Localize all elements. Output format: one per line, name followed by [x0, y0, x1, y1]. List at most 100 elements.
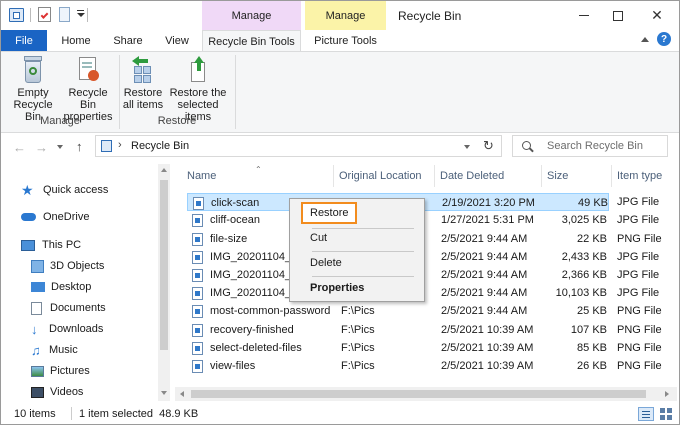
file-type: JPG File	[617, 196, 660, 208]
file-name: select-deleted-files	[210, 342, 302, 354]
star-icon: ★	[21, 181, 34, 198]
up-button[interactable]: ↑	[76, 139, 83, 154]
address-dropdown-icon[interactable]	[464, 145, 470, 149]
scroll-left-icon[interactable]	[180, 391, 184, 397]
details-view-icon[interactable]	[638, 407, 654, 421]
restore-all-icon	[130, 56, 156, 84]
restore-selected-items-button[interactable]: Restore the selected items	[165, 56, 231, 123]
file-size: 2,366 KB	[561, 269, 607, 281]
file-location: F:\Pics	[341, 342, 375, 354]
scroll-up-icon[interactable]	[161, 168, 167, 172]
sidebar-item-this-pc[interactable]: This PC	[21, 236, 81, 254]
file-type: JPG File	[617, 251, 660, 263]
column-header-item-type[interactable]: Item type	[611, 165, 677, 187]
download-arrow-icon: ↓	[31, 321, 38, 337]
manage-context-label: Manage	[325, 9, 366, 22]
tab-file[interactable]: File	[1, 30, 47, 51]
properties-icon	[76, 56, 100, 84]
context-menu-restore-label: Restore	[310, 207, 349, 219]
file-type: PNG File	[617, 324, 662, 336]
sidebar-item-downloads[interactable]: ↓ Downloads	[31, 320, 103, 338]
context-menu-delete[interactable]: Delete	[310, 254, 342, 272]
file-icon	[192, 213, 203, 227]
sidebar-item-videos[interactable]: Videos	[31, 383, 83, 401]
file-type: PNG File	[617, 305, 662, 317]
maximize-icon	[613, 10, 623, 21]
back-button[interactable]: ←	[13, 140, 26, 155]
tab-home[interactable]: Home	[53, 30, 99, 51]
scroll-right-icon[interactable]	[665, 391, 669, 397]
file-name: IMG_20201104_(	[210, 251, 295, 263]
recycle-bin-properties-button[interactable]: Recycle Bin properties	[61, 56, 115, 123]
column-header-name[interactable]: Name	[181, 165, 333, 187]
scroll-down-icon[interactable]	[161, 391, 167, 395]
context-menu-separator	[312, 276, 414, 277]
scroll-thumb[interactable]	[160, 180, 168, 350]
picture-icon	[31, 365, 44, 377]
file-date: 2/5/2021 9:44 AM	[441, 305, 528, 317]
context-menu-properties-label: Properties	[310, 282, 365, 294]
customize-qa-icon[interactable]	[77, 10, 85, 17]
empty-recycle-bin-button[interactable]: Empty Recycle Bin	[5, 56, 61, 123]
recycle-bin-tools-context-header: Manage	[202, 1, 301, 30]
minimize-button[interactable]	[567, 1, 601, 30]
file-date: 2/5/2021 9:44 AM	[441, 251, 528, 263]
sidebar-item-3d-objects[interactable]: 3D Objects	[31, 257, 104, 275]
empty-label-1: Empty	[17, 87, 49, 99]
sidebar-item-documents[interactable]: Documents	[31, 299, 106, 317]
file-location: F:\Pics	[341, 360, 375, 372]
table-row[interactable]: most-common-password F:\Pics 2/5/2021 9:…	[187, 302, 607, 320]
maximize-button[interactable]	[601, 1, 635, 30]
file-date: 2/19/2021 3:20 PM	[442, 197, 535, 209]
restore-sel-label-1: Restore the	[169, 87, 227, 99]
search-box[interactable]: Search Recycle Bin	[512, 135, 668, 157]
tab-picture-tools[interactable]: Picture Tools	[305, 30, 386, 51]
forward-button[interactable]: →	[35, 140, 48, 155]
sidebar-item-quick-access[interactable]: ★ Quick access	[21, 181, 108, 199]
refresh-icon[interactable]: ↻	[483, 138, 494, 154]
tab-share[interactable]: Share	[105, 30, 151, 51]
file-list-hscrollbar[interactable]	[175, 387, 677, 401]
sidebar-item-pictures[interactable]: Pictures	[31, 362, 90, 380]
address-bar[interactable]: › Recycle Bin ↻	[95, 135, 502, 157]
recent-locations-icon[interactable]	[57, 145, 63, 149]
file-icon	[192, 323, 203, 337]
tab-recycle-bin-tools[interactable]: Recycle Bin Tools	[202, 30, 301, 52]
file-name: IMG_20201104_(	[210, 287, 295, 299]
file-type: PNG File	[617, 233, 662, 245]
table-row[interactable]: recovery-finished F:\Pics 2/5/2021 10:39…	[187, 321, 607, 339]
file-name-cell: most-common-password	[192, 302, 342, 320]
column-header-original-location[interactable]: Original Location	[333, 165, 433, 187]
cloud-icon	[21, 213, 36, 221]
help-icon[interactable]: ?	[657, 32, 671, 46]
sidebar-item-desktop[interactable]: Desktop	[31, 278, 91, 296]
context-menu-cut[interactable]: Cut	[310, 229, 327, 247]
breadcrumb-recycle-bin[interactable]: Recycle Bin	[131, 140, 189, 152]
restore-all-items-button[interactable]: Restore all items	[121, 56, 165, 111]
tab-view[interactable]: View	[154, 30, 200, 51]
item-count: 10 items	[14, 408, 56, 420]
context-menu-properties[interactable]: Properties	[310, 279, 364, 297]
app-icon[interactable]	[9, 8, 24, 22]
file-date: 2/5/2021 10:39 AM	[441, 342, 534, 354]
column-header-date-deleted[interactable]: Date Deleted	[434, 165, 541, 187]
context-menu-restore[interactable]: Restore	[310, 204, 349, 222]
file-type: JPG File	[617, 287, 660, 299]
nav-pane-scrollbar[interactable]	[158, 164, 170, 401]
sidebar-item-music[interactable]: ♫ Music	[31, 341, 78, 359]
scroll-thumb[interactable]	[191, 390, 646, 398]
close-button[interactable]: ✕	[635, 1, 679, 30]
collapse-ribbon-icon[interactable]	[641, 37, 649, 42]
file-type: JPG File	[617, 269, 660, 281]
column-header-size[interactable]: Size	[541, 165, 611, 187]
file-icon	[192, 286, 203, 300]
tab-picture-tools-label: Picture Tools	[314, 34, 377, 47]
large-icons-view-icon[interactable]	[659, 407, 673, 421]
new-folder-qa-icon[interactable]	[59, 7, 70, 22]
table-row[interactable]: select-deleted-files F:\Pics 2/5/2021 10…	[187, 339, 607, 357]
table-row[interactable]: view-files F:\Pics 2/5/2021 10:39 AM 26 …	[187, 357, 607, 375]
sidebar-item-onedrive[interactable]: OneDrive	[21, 208, 89, 226]
properties-qa-icon[interactable]	[38, 7, 51, 22]
manage-group-label: Manage	[40, 115, 80, 127]
file-date: 2/5/2021 9:44 AM	[441, 287, 528, 299]
